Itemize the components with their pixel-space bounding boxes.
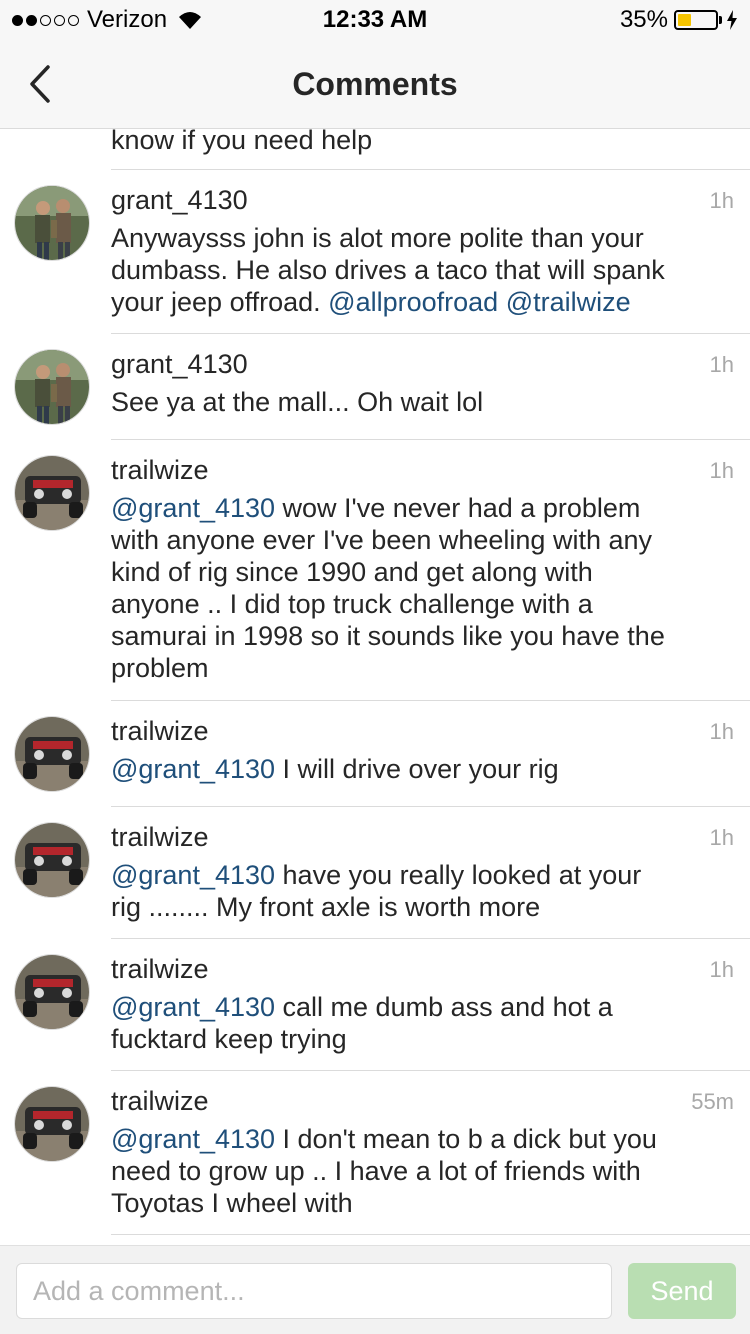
comment-username[interactable]: trailwize <box>111 715 209 747</box>
comment-text-segment: Toyotas I wheel with <box>111 1188 353 1218</box>
comments-list[interactable]: know if you need help grant_4130 1h Anyway… <box>0 129 750 1245</box>
send-button[interactable]: Send <box>628 1263 736 1319</box>
comment-text-segment: kind of rig since 1990 and get along wit… <box>111 557 593 587</box>
avatar[interactable] <box>14 185 90 261</box>
comment-username[interactable]: trailwize <box>111 821 209 853</box>
previous-comment-fragment: know if you need help <box>111 129 750 170</box>
comment-text-line: dumbass. He also drives a taco that will… <box>111 254 731 286</box>
battery-percent: 35% <box>619 6 668 33</box>
mention-link[interactable]: @trailwize <box>506 287 631 317</box>
comment-username[interactable]: trailwize <box>111 953 209 985</box>
comment-text-segment: problem <box>111 653 209 683</box>
battery-nub <box>719 16 722 24</box>
comment-timestamp: 1h <box>709 825 734 850</box>
mention-link[interactable]: @grant_4130 <box>111 754 275 784</box>
comment-text-line: need to grow up .. I have a lot of frien… <box>111 1155 731 1187</box>
comment-text-line: See ya at the mall... Oh wait lol <box>111 386 731 418</box>
comment-text: @grant_4130 call me dumb ass and hot a fu… <box>111 991 731 1055</box>
comment-text-line: anyone .. I did top truck challenge with… <box>111 588 731 620</box>
avatar[interactable] <box>14 349 90 425</box>
mention-link[interactable]: @allproofroad <box>328 287 498 317</box>
comment-text: See ya at the mall... Oh wait lol <box>111 386 731 418</box>
battery-level-fill <box>678 14 691 26</box>
comment-row[interactable]: grant_4130 1h Anywaysss john is alot more … <box>0 170 750 334</box>
comment-text-segment: See ya at the mall... Oh wait lol <box>111 387 484 417</box>
charging-bolt-icon <box>727 10 737 30</box>
comment-username[interactable]: trailwize <box>111 1085 209 1117</box>
comment-text-line: samurai in 1998 so it sounds like you ha… <box>111 620 731 652</box>
avatar[interactable] <box>14 716 90 792</box>
avatar[interactable] <box>14 1086 90 1162</box>
comment-text-line: problem <box>111 652 731 684</box>
comment-text-line: @grant_4130 I will drive over your rig <box>111 753 731 785</box>
comment-input[interactable] <box>16 1263 612 1319</box>
avatar[interactable] <box>14 822 90 898</box>
comment-text-segment: Anywaysss john is alot more polite than … <box>111 223 644 253</box>
comment-row[interactable]: grant_4130 1h See ya at the mall... Oh wai… <box>0 334 750 440</box>
comment-text-segment: wow I've never had a problem <box>275 493 641 523</box>
comment-text-line: rig ........ My front axle is worth more <box>111 891 731 923</box>
comment-text: @grant_4130 have you really looked at yo… <box>111 859 731 923</box>
comment-composer: Send <box>0 1245 750 1334</box>
navigation-bar: Comments <box>0 40 750 129</box>
comment-username[interactable]: grant_4130 <box>111 184 248 216</box>
comment-timestamp: 55m <box>691 1089 734 1114</box>
mention-link[interactable]: @grant_4130 <box>111 493 275 523</box>
comment-text-line: kind of rig since 1990 and get along wit… <box>111 556 731 588</box>
comment-text-line: your jeep offroad. @allproofroad @trailw… <box>111 286 731 318</box>
comment-text-segment: anyone .. I did top truck challenge with… <box>111 589 593 619</box>
comment-text-segment: fucktard keep trying <box>111 1024 347 1054</box>
comment-timestamp: 1h <box>709 719 734 744</box>
comment-row[interactable]: trailwize 1h @grant_4130 wow I've never ha… <box>0 440 750 701</box>
comment-text-segment: call me dumb ass and hot a <box>275 992 613 1022</box>
comment-text-segment: with anyone ever I've been wheeling with… <box>111 525 652 555</box>
comment-text-line: @grant_4130 call me dumb ass and hot a <box>111 991 731 1023</box>
comment-text-segment: your jeep offroad. <box>111 287 329 317</box>
comment-username[interactable]: grant_4130 <box>111 348 248 380</box>
comment-text-line: @grant_4130 wow I've never had a problem <box>111 492 731 524</box>
page-title: Comments <box>292 66 458 102</box>
comment-text-segment: I will drive over your rig <box>275 754 559 784</box>
comment-text-segment: dumbass. He also drives a taco that will… <box>111 255 665 285</box>
comment-text-segment: have you really looked at your <box>275 860 642 890</box>
comment-text-line: with anyone ever I've been wheeling with… <box>111 524 731 556</box>
battery-icon <box>674 10 718 30</box>
comment-row[interactable]: trailwize 1h @grant_4130 I will drive over… <box>0 701 750 807</box>
comment-text-segment: need to grow up .. I have a lot of frien… <box>111 1156 641 1186</box>
mention-link[interactable]: @grant_4130 <box>111 860 275 890</box>
comment-text-line: Anywaysss john is alot more polite than … <box>111 222 731 254</box>
mention-link[interactable]: @grant_4130 <box>111 1124 275 1154</box>
comment-divider <box>111 1234 750 1235</box>
previous-comment-text: know if you need help <box>111 129 373 155</box>
avatar[interactable] <box>14 954 90 1030</box>
comment-text-line: fucktard keep trying <box>111 1023 731 1055</box>
comment-text-segment: rig ........ My front axle is worth more <box>111 892 541 922</box>
comment-text: Anywaysss john is alot more polite than … <box>111 222 731 318</box>
comment-text-line: @grant_4130 have you really looked at yo… <box>111 859 731 891</box>
comment-text-line: @grant_4130 I don't mean to b a dick but… <box>111 1123 731 1155</box>
comment-username[interactable]: trailwize <box>111 454 209 486</box>
mention-link[interactable]: @grant_4130 <box>111 992 275 1022</box>
comment-text: @grant_4130 wow I've never had a problem… <box>111 492 731 684</box>
comment-text-segment: samurai in 1998 so it sounds like you ha… <box>111 621 665 651</box>
comment-timestamp: 1h <box>709 957 734 982</box>
status-right: 35% <box>620 6 738 34</box>
comment-row[interactable]: trailwize 1h @grant_4130 have you really l… <box>0 807 750 939</box>
comment-row[interactable]: trailwize 55m @grant_4130 I don't mean to … <box>0 1071 750 1235</box>
comment-text-segment: I don't mean to b a dick but you <box>275 1124 657 1154</box>
comment-text: @grant_4130 I don't mean to b a dick but… <box>111 1123 731 1219</box>
comment-text-segment <box>498 287 506 317</box>
comment-text: @grant_4130 I will drive over your rig <box>111 753 731 785</box>
comment-text-line: Toyotas I wheel with <box>111 1187 731 1219</box>
comment-row[interactable]: trailwize 1h @grant_4130 call me dumb ass … <box>0 939 750 1071</box>
comment-timestamp: 1h <box>709 458 734 483</box>
avatar[interactable] <box>14 455 90 531</box>
comment-timestamp: 1h <box>709 352 734 377</box>
comment-timestamp: 1h <box>709 188 734 213</box>
status-bar: Verizon 12:33 AM 35% <box>0 0 750 40</box>
